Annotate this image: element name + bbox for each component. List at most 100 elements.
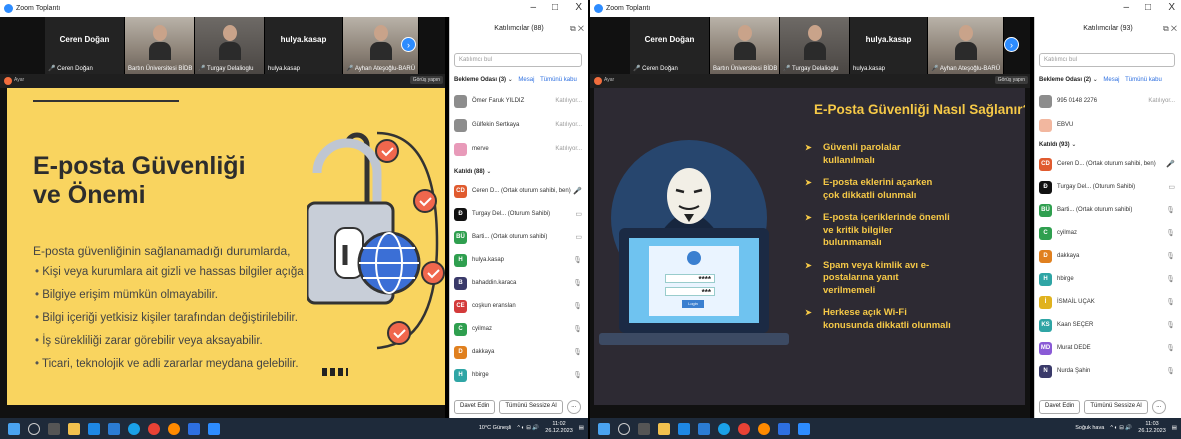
video-tile[interactable]: 🎤 Turgay Delalioglu <box>780 17 850 74</box>
participants-panel: Katılımcılar (93) ⧉ ✕ Katılımcı bul Bekl… <box>1034 17 1181 418</box>
mute-all-button[interactable]: Tümünü Sessize Al <box>1084 400 1148 414</box>
list-item[interactable]: Hhbirge 🎙 <box>454 367 582 383</box>
firefox-icon[interactable] <box>758 422 770 435</box>
mute-all-button[interactable]: Tümünü Sessize Al <box>499 400 563 414</box>
list-item[interactable]: Hhulya.kasap 🎙 <box>454 252 582 268</box>
word-icon[interactable] <box>698 422 710 435</box>
video-icon: ▭ <box>575 234 582 241</box>
next-page-icon[interactable]: › <box>1004 37 1019 52</box>
maximize-button[interactable]: □ <box>552 2 558 13</box>
list-item[interactable]: Ð Turgay Del... (Oturum Sahibi) ▭ <box>454 206 582 222</box>
list-item[interactable]: BÜ Barti... (Ortak oturum sahibi) 🎙 <box>1039 202 1175 218</box>
store-icon[interactable] <box>678 422 690 435</box>
file-explorer-icon[interactable] <box>658 422 670 435</box>
clock[interactable]: 11:03 26.12.2023 <box>1138 421 1166 435</box>
list-item[interactable]: CE coşkun eranslan 🎙 <box>454 298 582 314</box>
list-item[interactable]: KS Kaan SEÇER 🎙 <box>1039 317 1175 333</box>
invite-button[interactable]: Davet Edin <box>454 400 496 414</box>
list-item[interactable]: N Nurda Şahin 🎙 <box>1039 363 1175 379</box>
next-page-icon[interactable]: › <box>401 37 416 52</box>
weather-widget[interactable]: Soğuk hava <box>1075 425 1104 431</box>
list-item[interactable]: EBVU <box>1039 117 1175 133</box>
more-button[interactable]: ... <box>566 400 581 414</box>
notifications-icon[interactable]: ▤ <box>1172 425 1177 431</box>
list-item[interactable]: Ddakkaya 🎙 <box>1039 248 1175 264</box>
search-input[interactable]: Katılımcı bul <box>454 53 582 67</box>
invite-button[interactable]: Davet Edin <box>1039 400 1081 414</box>
video-tile[interactable]: Ceren Doğan 🎤 Ceren Doğan <box>45 17 125 74</box>
list-item[interactable]: CD Ceren D... (Ortak oturum sahibi, ben) 🎤 <box>1039 156 1175 172</box>
minimize-button[interactable]: – <box>530 2 536 13</box>
list-item[interactable]: Ccyilmaz 🎙 <box>1039 225 1175 241</box>
edge-icon[interactable] <box>718 422 730 435</box>
mic-muted-icon: 🎤 <box>633 66 641 72</box>
list-item[interactable]: Hhbirge 🎙 <box>1039 271 1175 287</box>
chrome-icon[interactable] <box>738 422 750 435</box>
list-item[interactable]: Ccyilmaz 🎙 <box>454 321 582 337</box>
list-item: Güvenli parolalarkullanılmalı <box>805 142 1005 167</box>
maximize-button[interactable]: □ <box>1145 2 1151 13</box>
list-item: Spam veya kimlik avı e-postalarına yanıt… <box>805 260 1005 298</box>
mic-muted-icon: 🎤 <box>931 66 939 72</box>
joined-header: Katıldı (93) ⌄ <box>1039 142 1077 148</box>
list-item[interactable]: MD Murat DEDE 🎙 <box>1039 340 1175 356</box>
video-tile[interactable]: Bartın Üniversitesi BİDB <box>125 17 195 74</box>
firefox-icon[interactable] <box>168 422 180 435</box>
notifications-icon[interactable]: ▤ <box>579 425 584 431</box>
popout-close-icon[interactable]: ⧉ ✕ <box>570 24 584 34</box>
list-item[interactable]: Ð Turgay Del... (Oturum Sahibi) ▭ <box>1039 179 1175 195</box>
video-tile[interactable]: 🎤 Turgay Delalioglu <box>195 17 265 74</box>
mic-icon: 🎙 <box>573 303 582 310</box>
search-input[interactable]: Katılımcı bul <box>1039 53 1175 67</box>
list-item: Ticari, teknolojik ve adli zararlar meyd… <box>35 358 348 381</box>
chrome-icon[interactable] <box>148 422 160 435</box>
list-item[interactable]: BÜ Barti... (Ortak oturum sahibi) ▭ <box>454 229 582 245</box>
minimize-button[interactable]: – <box>1123 2 1129 13</box>
avatar: Ð <box>454 207 467 221</box>
list-item[interactable]: Ddakkaya 🎙 <box>454 344 582 360</box>
video-tile[interactable]: Ceren Doğan 🎤 Ceren Doğan <box>630 17 710 74</box>
app-icon[interactable] <box>778 422 790 435</box>
zoom-taskbar-icon[interactable] <box>798 422 810 435</box>
clock[interactable]: 11:02 26.12.2023 <box>545 421 573 435</box>
more-button[interactable]: ... <box>1151 400 1166 414</box>
store-icon[interactable] <box>88 422 100 435</box>
video-tile[interactable]: Bartın Üniversitesi BİDB <box>710 17 780 74</box>
view-options-button[interactable]: Görüş yapın <box>994 76 1028 84</box>
edge-icon[interactable] <box>128 422 140 435</box>
list-item[interactable]: Gülfekin Sertkaya Katılıyor... <box>454 117 582 133</box>
close-button[interactable]: X <box>575 2 582 13</box>
list-item[interactable]: merve Katılıyor... <box>454 141 582 157</box>
video-tile[interactable]: hulya.kasap hulya.kasap <box>265 17 343 74</box>
search-icon[interactable] <box>618 422 630 435</box>
message-link[interactable]: Mesaj <box>518 77 534 83</box>
zoom-taskbar-icon[interactable] <box>208 422 220 435</box>
weather-widget[interactable]: 10°C Güneşli <box>479 425 511 431</box>
message-link[interactable]: Mesaj <box>1103 77 1119 83</box>
windows-start-icon[interactable] <box>8 422 20 435</box>
list-item[interactable]: CD Ceren D... (Ortak oturum sahibi, ben) 🎤 <box>454 183 582 199</box>
share-label: Ayar <box>14 77 25 83</box>
search-icon[interactable] <box>28 422 40 435</box>
windows-start-icon[interactable] <box>598 422 610 435</box>
accept-all-link[interactable]: Tümünü kabu <box>1125 77 1162 83</box>
avatar: CE <box>454 299 467 313</box>
video-tile[interactable]: hulya.kasap hulya.kasap <box>850 17 928 74</box>
word-icon[interactable] <box>108 422 120 435</box>
list-item[interactable]: Ömer Faruk YILDIZ Katılıyor... <box>454 93 582 109</box>
list-item[interactable]: İ İSMAİL UÇAK 🎙 <box>1039 294 1175 310</box>
task-view-icon[interactable] <box>638 422 650 435</box>
close-button[interactable]: X <box>1168 2 1175 13</box>
video-tile[interactable]: 🎤 Ayhan Ateşoğlu-BARÜ <box>928 17 1004 74</box>
list-item[interactable]: Bbahaddin.karaca 🎙 <box>454 275 582 291</box>
tray-icons[interactable]: ^ ◐ ⊟ 🔊 <box>517 425 539 431</box>
task-view-icon[interactable] <box>48 422 60 435</box>
tray-icons[interactable]: ^ ◐ ⊟ 🔊 <box>1110 425 1132 431</box>
file-explorer-icon[interactable] <box>68 422 80 435</box>
app-icon[interactable] <box>188 422 200 435</box>
list-item[interactable]: 995 0148 2276 Katılıyor... <box>1039 93 1175 109</box>
accept-all-link[interactable]: Tümünü kabu <box>540 77 577 83</box>
popout-close-icon[interactable]: ⧉ ✕ <box>1163 24 1177 34</box>
panel-title: Katılımcılar (88) <box>494 25 544 32</box>
view-options-button[interactable]: Görüş yapın <box>409 76 443 84</box>
